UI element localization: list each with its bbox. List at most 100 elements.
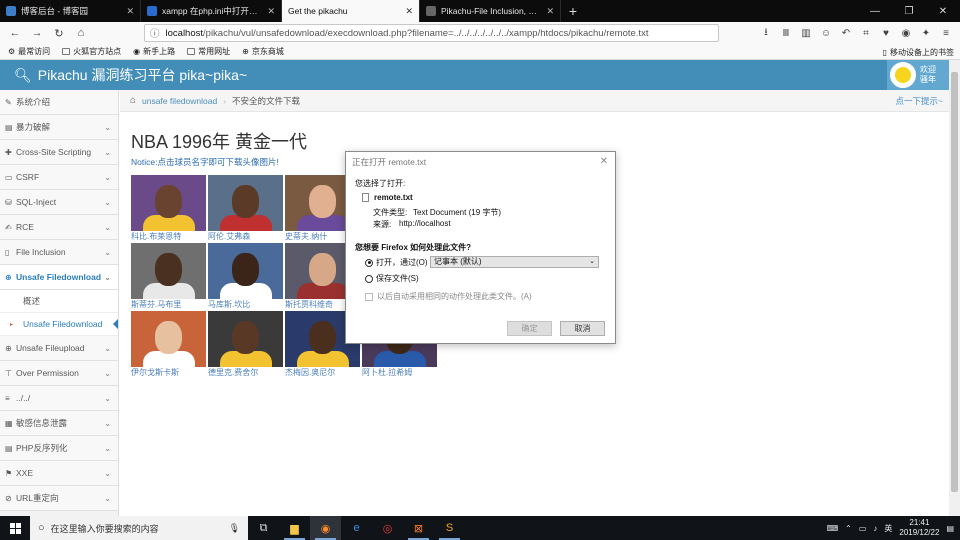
new-tab-button[interactable]: + [561, 0, 585, 22]
volume-icon[interactable]: ♪ [873, 524, 877, 533]
application-select[interactable]: 记事本 (默认) ⌄ [430, 256, 599, 268]
chat-icon[interactable]: ◉ [896, 22, 916, 44]
close-icon[interactable]: ✕ [126, 6, 134, 17]
sidebar-item-info-leak[interactable]: ▦ 敏感信息泄露 ⌄ [0, 411, 118, 436]
bookmark-firefox-site[interactable]: 火狐官方站点 [62, 46, 121, 57]
sidebar-item-xss[interactable]: ✚ Cross-Site Scripting ⌄ [0, 140, 118, 165]
sidebar-sub-overview[interactable]: 概述 [0, 290, 118, 313]
address-bar[interactable]: ⓘ localhost/pikachu/vul/unsafedownload/e… [144, 24, 719, 42]
sidebar-item-xxe[interactable]: ⚑ XXE ⌄ [0, 461, 118, 486]
sidebar-item-over-permission[interactable]: ⊤ Over Permission ⌄ [0, 361, 118, 386]
mobile-bookmarks[interactable]: ▯ 移动设备上的书签 [883, 47, 954, 58]
player-download-link[interactable]: 马库斯.坎比 [208, 299, 285, 311]
taskbar-search[interactable]: ○ 在这里输入你要搜索的内容 🎙︎ [30, 516, 248, 540]
sidebar-item-unsafe-fileupload[interactable]: ⊕ Unsafe Fileupload ⌄ [0, 336, 118, 361]
ok-button[interactable]: 确定 [507, 321, 552, 336]
player-download-link[interactable]: 科比.布莱恩特 [131, 231, 208, 243]
page-scrollbar[interactable] [949, 60, 960, 516]
menu-icon[interactable]: ≡ [936, 22, 956, 44]
sidebar-item-file-inclusion[interactable]: ▯ File Inclusion ⌄ [0, 240, 118, 265]
sidebar: ✎ 系统介绍 ▤ 暴力破解 ⌄ ✚ Cross-Site Scripting ⌄ ▭ CSR… [0, 90, 119, 516]
undo-icon[interactable]: ↶ [836, 22, 856, 44]
sidebar-item-intro[interactable]: ✎ 系统介绍 [0, 90, 118, 115]
window-controls: — ❐ ✕ [858, 0, 960, 22]
site-title[interactable]: Pikachu 漏洞练习平台 pika~pika~ [38, 65, 247, 85]
sidebar-item-unsafe-filedownload[interactable]: ⊕ Unsafe Filedownload ⌄ [0, 265, 118, 290]
player-download-link[interactable]: 斯蒂芬.马布里 [131, 299, 208, 311]
pencil-icon: ✎ [5, 97, 12, 107]
player-download-link[interactable]: 阿伦.艾弗森 [208, 231, 285, 243]
gear-icon: ⚙ [8, 47, 16, 56]
sidebar-item-dir-traversal[interactable]: ≡ ../../⌄ [0, 386, 118, 411]
sidebar-item-csrf[interactable]: ▭ CSRF ⌄ [0, 165, 118, 190]
keyboard-icon[interactable]: ⌨ [827, 524, 839, 533]
edit-icon: ✍ [5, 222, 12, 232]
network-icon[interactable]: ▭ [859, 524, 867, 533]
close-window-icon[interactable]: ✕ [926, 0, 960, 22]
forward-icon[interactable]: → [26, 22, 48, 44]
download-dialog: 正在打开 remote.txt ✕ 您选择了打开: remote.txt 文件类… [345, 151, 616, 344]
sidebar-item-url-redirect[interactable]: ⊘ URL重定向 ⌄ [0, 486, 118, 511]
file-icon [362, 193, 369, 203]
microphone-icon[interactable]: 🎙︎ [229, 523, 240, 534]
tab-pikachu-file-inclusion[interactable]: Pikachu-File Inclusion, Uns… ✕ [420, 0, 561, 22]
pocket-icon[interactable]: ♥ [876, 22, 896, 44]
extension-icon[interactable]: ✦ [916, 22, 936, 44]
xampp-icon[interactable]: ⊠ [403, 516, 434, 540]
sidebar-item-sqli[interactable]: ⛁ SQL-Inject ⌄ [0, 190, 118, 215]
sidebar-item-php-unserialize[interactable]: ▤ PHP反序列化 ⌄ [0, 436, 118, 461]
bookmark-common-sites[interactable]: 常用网址 [187, 46, 230, 57]
close-icon[interactable]: ✕ [267, 6, 275, 17]
bookmark-getting-started[interactable]: ◉ 新手上路 [133, 46, 175, 57]
player-download-link[interactable]: 阿卜杜.拉希姆 [362, 367, 439, 379]
notification-icon[interactable]: ▤ [946, 524, 954, 533]
home-icon[interactable]: ⌂ [70, 22, 92, 44]
sidebar-item-brute-force[interactable]: ▤ 暴力破解 ⌄ [0, 115, 118, 140]
folder-icon [62, 48, 71, 55]
start-button[interactable] [0, 516, 30, 540]
minimize-icon[interactable]: — [858, 0, 892, 22]
tab-blog-admin[interactable]: 博客后台 - 博客园 ✕ [0, 0, 141, 22]
player-download-link[interactable]: 伊尔戈斯卡斯 [131, 367, 208, 379]
sidebar-item-rce[interactable]: ✍ RCE ⌄ [0, 215, 118, 240]
library-icon[interactable]: Ⅲ [776, 22, 796, 44]
clock[interactable]: 21:41 2019/12/22 [899, 518, 939, 538]
close-icon[interactable]: ✕ [405, 6, 413, 17]
download-icon[interactable]: ⭳ [756, 22, 776, 44]
bookmark-jd[interactable]: ⊕ 京东商城 [242, 46, 284, 57]
info-icon[interactable]: ⓘ [150, 26, 160, 40]
close-icon[interactable]: ✕ [546, 6, 554, 17]
tab-title: 博客后台 - 博客园 [21, 6, 89, 16]
user-menu[interactable]: 欢迎 骚年 [887, 60, 949, 90]
restore-icon[interactable]: ❐ [892, 0, 926, 22]
home-icon[interactable]: ⌂ [130, 95, 136, 106]
tab-xampp[interactable]: xampp 在php.ini中打开了两… ✕ [141, 0, 282, 22]
back-icon[interactable]: ← [4, 22, 26, 44]
screenshot-icon[interactable]: ⌗ [856, 22, 876, 44]
player-download-link[interactable]: 杰梅因.奥尼尔 [285, 367, 362, 379]
sublime-icon[interactable]: S [434, 516, 465, 540]
close-icon[interactable]: ✕ [600, 156, 608, 167]
firefox-account-icon[interactable]: ☺ [816, 22, 836, 44]
sidebar-icon[interactable]: ▥ [796, 22, 816, 44]
save-file-radio[interactable]: 保存文件(S) [365, 273, 419, 284]
list-icon: ▤ [5, 122, 13, 132]
remember-checkbox[interactable]: 以后自动采用相同的动作处理此类文件。(A) [365, 291, 532, 302]
task-view-icon[interactable]: ⧉ [248, 516, 279, 540]
bookmark-most-visited[interactable]: ⚙ 最常访问 [8, 46, 50, 57]
reload-icon[interactable]: ↻ [48, 22, 70, 44]
edge-icon[interactable]: e [341, 516, 372, 540]
file-explorer-icon[interactable]: ▆ [279, 516, 310, 540]
firefox-icon[interactable]: ◉ [310, 516, 341, 540]
breadcrumb-link[interactable]: unsafe filedownload [142, 96, 217, 106]
player-download-link[interactable]: 德里克.费舍尔 [208, 367, 285, 379]
hint-link[interactable]: 点一下提示~ [896, 95, 943, 107]
chevron-up-icon[interactable]: ⌃ [845, 524, 852, 533]
sidebar-sub-unsafe-filedownload[interactable]: Unsafe Filedownload [0, 313, 118, 336]
ime-icon[interactable]: 英 [884, 523, 892, 534]
cancel-button[interactable]: 取消 [560, 321, 605, 336]
netease-music-icon[interactable]: ◎ [372, 516, 403, 540]
tab-get-the-pikachu[interactable]: Get the pikachu ✕ [282, 0, 420, 22]
toolbar-right: ⭳ Ⅲ ▥ ☺ ↶ ⌗ ♥ ◉ ✦ ≡ [756, 22, 956, 44]
open-with-radio[interactable]: 打开，通过(O) [365, 257, 428, 268]
